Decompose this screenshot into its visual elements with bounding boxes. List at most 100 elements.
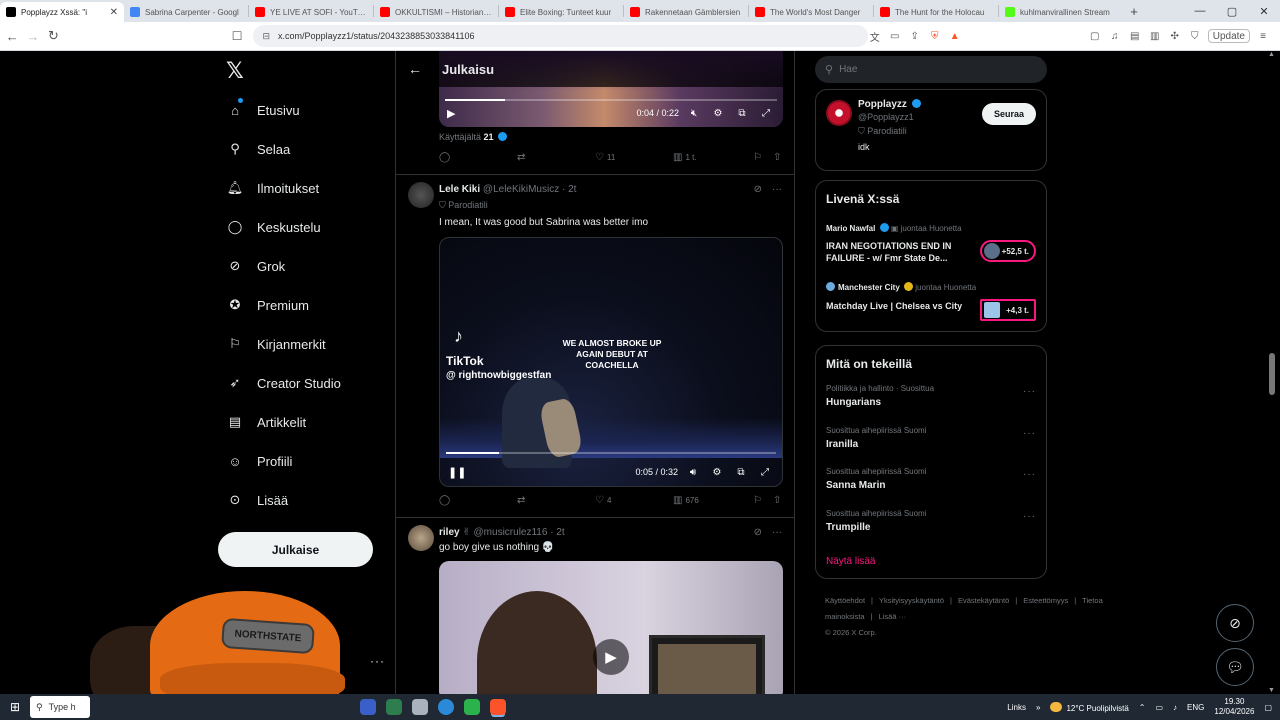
nav-item-selaa[interactable]: ⚲ Selaa [226, 136, 290, 162]
reply-button[interactable]: ◯ [439, 152, 517, 163]
scroll-down-icon[interactable]: ▼ [1268, 687, 1275, 694]
footer-link[interactable]: Evästekäytäntö [958, 596, 1009, 605]
volume-icon[interactable]: 🔊︎ [686, 465, 700, 479]
grok-icon[interactable]: ⊘ [754, 184, 762, 195]
live-title[interactable]: IRAN NEGOTIATIONS END IN FAILURE - w/ Fm… [826, 240, 971, 264]
play-icon[interactable]: ▶ [593, 639, 629, 675]
brave-shield-icon[interactable]: ⛨ [928, 29, 942, 43]
live-title[interactable]: Matchday Live | Chelsea vs City [826, 300, 971, 312]
new-tab-icon[interactable]: + [1123, 4, 1145, 19]
grok-fab-icon[interactable]: ⊘ [1216, 604, 1254, 642]
network-icon[interactable]: ▭ [1155, 703, 1163, 712]
nav-item-etusivu[interactable]: ⌂ Etusivu [226, 97, 300, 123]
browser-tab[interactable]: The World's Most Danger [749, 2, 873, 22]
forward-arrow-icon[interactable]: → [25, 29, 42, 44]
close-window-icon[interactable]: ✕ [1248, 5, 1280, 18]
more-options-icon[interactable]: ··· [1023, 511, 1036, 522]
url-field[interactable]: ⊟ x.com/Popplayzz1/status/20432388530338… [252, 25, 868, 47]
more-options-icon[interactable]: ··· [1023, 386, 1036, 397]
account-more-icon[interactable]: ··· [370, 654, 385, 668]
brave-rewards-icon[interactable]: ▲ [948, 29, 962, 43]
app-icon[interactable] [412, 699, 428, 715]
browser-tab[interactable]: kuhlmanvirallinen Stream [999, 2, 1123, 22]
back-arrow-icon[interactable]: ← [408, 61, 422, 77]
menu-icon[interactable]: ≡ [1256, 29, 1270, 43]
author-handle[interactable]: @LeleKikiMusicz [483, 184, 559, 195]
footer-link[interactable]: Lisää ··· [879, 612, 907, 621]
share-button[interactable]: ⇧ [773, 495, 781, 506]
page-scrollbar[interactable]: ▲ ▼ [1268, 51, 1276, 694]
app-icon[interactable] [360, 699, 376, 715]
author-handle[interactable]: @musicrulez116 [474, 527, 548, 538]
more-options-icon[interactable]: ··· [772, 184, 782, 195]
nav-item-premium[interactable]: ✪ Premium [226, 292, 309, 318]
brave-icon[interactable] [490, 699, 506, 715]
video-progress-bar[interactable] [446, 452, 776, 454]
post-button[interactable]: Julkaise [218, 532, 373, 567]
app-icon[interactable] [464, 699, 480, 715]
media-icon[interactable]: ♫ [1108, 29, 1122, 43]
volume-icon[interactable]: ♪ [1173, 703, 1177, 712]
back-arrow-icon[interactable]: ← [4, 29, 21, 44]
fullscreen-icon[interactable]: ⤢ [759, 106, 773, 120]
browser-tab[interactable]: The Hunt for the Holocau [874, 2, 998, 22]
repost-button[interactable]: ⇄ [517, 152, 595, 163]
fullscreen-icon[interactable]: ⤢ [758, 465, 772, 479]
browser-tab[interactable]: Sabrina Carpenter - Googl [124, 2, 248, 22]
avatar[interactable] [826, 100, 852, 126]
mute-icon[interactable]: 🔇︎ [687, 106, 701, 120]
show-more-link[interactable]: Näytä lisää [826, 556, 875, 567]
bookmark-button[interactable]: ⚐ [753, 495, 773, 506]
pip-icon[interactable]: ⧉ [734, 465, 748, 479]
live-listeners-pill[interactable]: +52,5 t. [980, 240, 1036, 262]
bookmark-page-icon[interactable]: ☐ [232, 29, 243, 43]
bookmark-button[interactable]: ⚐ [753, 152, 773, 163]
nav-item-lisää[interactable]: ⊙ Lisää [226, 487, 289, 513]
settings-gear-icon[interactable]: ⚙ [710, 465, 724, 479]
like-button[interactable]: ♡ 11 [595, 152, 673, 163]
translate-icon[interactable]: 文 [868, 29, 882, 44]
extensions-icon[interactable]: ✣ [1168, 29, 1182, 43]
profile-name[interactable]: Popplayzz [858, 99, 921, 110]
cast-icon[interactable]: ▭ [888, 29, 902, 43]
reading-list-icon[interactable]: ▤ [1128, 29, 1142, 43]
author-name[interactable]: Lele Kiki [439, 184, 480, 195]
tray-up-icon[interactable]: ⌃ [1139, 703, 1146, 712]
play-icon[interactable]: ▶ [447, 107, 455, 120]
more-options-icon[interactable]: ··· [772, 527, 782, 538]
views-button[interactable]: ▥ 676 [673, 495, 753, 506]
pip-icon[interactable]: ⧉ [735, 106, 749, 120]
video-player[interactable]: ♪ TikTok @ rightnowbiggestfan WE ALMOST … [439, 237, 783, 487]
nav-item-creator-studio[interactable]: ➶ Creator Studio [226, 370, 341, 396]
update-button[interactable]: Update [1207, 29, 1250, 43]
taskbar-search[interactable]: ⚲ Type h [30, 696, 90, 718]
reply-button[interactable]: ◯ [439, 495, 517, 506]
settings-gear-icon[interactable]: ⚙ [711, 106, 725, 120]
sidebar-toggle-icon[interactable]: ▢ [1088, 29, 1102, 43]
nav-item-ilmoitukset[interactable]: 🔔︎ Ilmoitukset [226, 175, 319, 201]
nav-item-profiili[interactable]: ☺ Profiili [226, 448, 292, 474]
live-listeners-pill[interactable]: +4,3 t. [980, 299, 1036, 321]
windows-start-icon[interactable]: ⊞ [0, 700, 30, 714]
chevron-icon[interactable]: » [1036, 703, 1040, 712]
more-options-icon[interactable]: ··· [1023, 469, 1036, 480]
nav-item-artikkelit[interactable]: ▤ Artikkelit [226, 409, 306, 435]
vpn-icon[interactable]: ⛉ [1188, 29, 1202, 43]
grok-icon[interactable]: ⊘ [754, 527, 762, 538]
footer-link[interactable]: Yksityisyyskäytäntö [879, 596, 944, 605]
notifications-icon[interactable]: ▢ [1264, 703, 1272, 712]
live-host[interactable]: Mario Nawfal ▣ juontaa Huonetta [826, 223, 962, 233]
scroll-up-icon[interactable]: ▲ [1268, 51, 1275, 58]
share-icon[interactable]: ⇪ [908, 29, 922, 43]
byline-user[interactable]: 21 [484, 132, 494, 142]
browser-tab[interactable]: Rakennetaan Gämblersien [624, 2, 748, 22]
avatar[interactable] [408, 182, 434, 208]
pause-icon[interactable]: ❚❚ [448, 466, 466, 479]
browser-tab[interactable]: Elite Boxing: Tunteet kuur [499, 2, 623, 22]
links-toolbar[interactable]: Links [1007, 703, 1026, 712]
views-button[interactable]: ▥ 1 t. [673, 152, 753, 163]
browser-tab[interactable]: OKKULTISMI – Historian hy [374, 2, 498, 22]
like-button[interactable]: ♡ 4 [595, 495, 673, 506]
share-button[interactable]: ⇧ [773, 152, 781, 163]
reload-icon[interactable]: ↻ [45, 28, 62, 44]
